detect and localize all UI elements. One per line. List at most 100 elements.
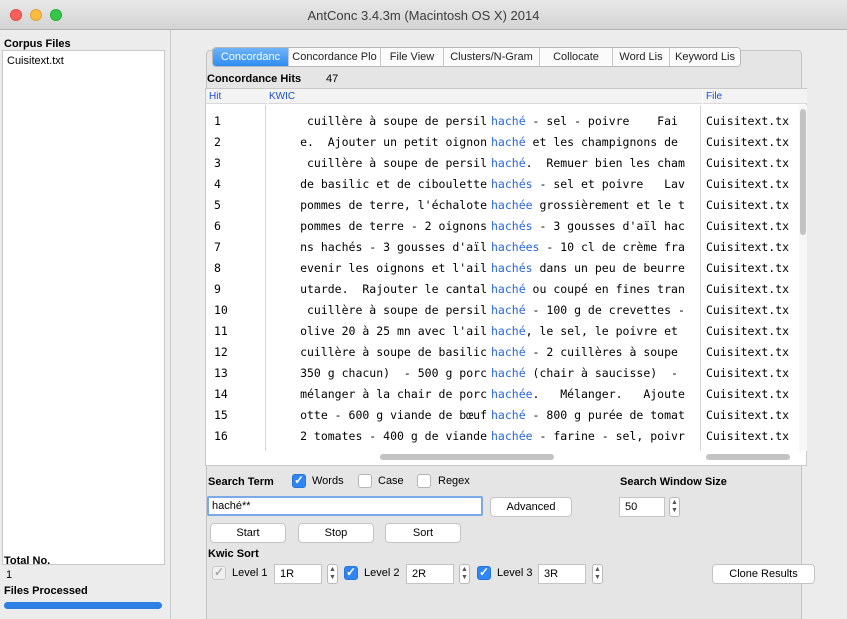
keyword-text[interactable]: haché [491,324,526,338]
kwic-keyword[interactable]: haché ou coupé en fines tran [491,279,685,300]
kwic-left-context: ns hachés - 3 gousses d'aïl [300,240,487,254]
kwic-keyword[interactable]: haché - 2 cuillères à soupe [491,342,678,363]
keyword-text[interactable]: haché [491,408,526,422]
file-cell[interactable]: Cuisitext.tx [706,384,789,405]
file-cell[interactable]: Cuisitext.tx [706,342,789,363]
tab-clusters-ngrams[interactable]: Clusters/N-Gram [444,48,540,66]
left-panel: Corpus Files Cuisitext.txt Total No. 1 F… [0,30,171,619]
level-2-value[interactable]: 2R [406,564,454,584]
tab-concordance[interactable]: Concordanc [213,48,289,66]
keyword-text[interactable]: hachée [491,429,533,443]
regex-checkbox[interactable] [417,474,431,488]
kwic-keyword[interactable]: hachée grossièrement et le t [491,195,685,216]
hit-number: 7 [214,240,221,254]
tab-file-view[interactable]: File View [381,48,444,66]
kwic-keyword[interactable]: haché - 800 g purée de tomat [491,405,685,426]
keyword-text[interactable]: hachés [491,219,533,233]
corpus-file-item[interactable]: Cuisitext.txt [7,55,64,67]
keyword-text[interactable]: hachée [491,198,533,212]
keyword-text[interactable]: haché [491,303,526,317]
search-term-input[interactable]: haché** [207,496,483,516]
keyword-text[interactable]: haché [491,114,526,128]
kwic-keyword[interactable]: hachées - 10 cl de crème fra [491,237,685,258]
kwic-right-context: - 800 g purée de tomat [525,408,685,422]
file-cell[interactable]: Cuisitext.tx [706,111,789,132]
sort-button[interactable]: Sort [385,523,461,543]
keyword-text[interactable]: haché [491,156,526,170]
column-header-file[interactable]: File [703,89,807,104]
keyword-text[interactable]: hachée [491,387,533,401]
file-cell[interactable]: Cuisitext.tx [706,174,789,195]
level-3-stepper[interactable]: ▲ ▼ [592,564,603,584]
file-cell[interactable]: Cuisitext.tx [706,300,789,321]
file-cell[interactable]: Cuisitext.tx [706,195,789,216]
level-1-stepper[interactable]: ▲ ▼ [327,564,338,584]
corpus-files-list[interactable]: Cuisitext.txt [2,50,165,565]
concordance-table[interactable]: Hit KWIC File 1 2 3 4 5 6 7 8 9 10 11 12 13 14 15 16 cu… [205,88,807,466]
keyword-text[interactable]: haché [491,282,526,296]
file-cell[interactable]: Cuisitext.tx [706,405,789,426]
kwic-keyword[interactable]: haché et les champignons de [491,132,678,153]
kwic-right-context: (chair à saucisse) - [525,366,678,380]
file-cell[interactable]: Cuisitext.tx [706,279,789,300]
case-label: Case [378,475,404,487]
tab-concordance-plot[interactable]: Concordance Plo [289,48,381,66]
kwic-keyword[interactable]: haché. Remuer bien les cham [491,153,685,174]
file-cell[interactable]: Cuisitext.tx [706,132,789,153]
file-column: Cuisitext.tx Cuisitext.tx Cuisitext.tx Cuis… [703,105,799,451]
keyword-text[interactable]: haché [491,345,526,359]
file-cell[interactable]: Cuisitext.tx [706,258,789,279]
column-header-kwic[interactable]: KWIC [268,89,702,104]
kwic-keyword[interactable]: hachés - 3 gousses d'aïl hac [491,216,685,237]
kwic-keyword[interactable]: haché - sel - poivre Fai [491,111,678,132]
kwic-keyword[interactable]: hachés dans un peu de beurre [491,258,685,279]
level-3-checkbox[interactable] [477,565,491,580]
level-2-stepper[interactable]: ▲ ▼ [459,564,470,584]
file-cell[interactable]: Cuisitext.tx [706,153,789,174]
kwic-keyword[interactable]: hachés - sel et poivre Lav [491,174,685,195]
column-header-hit[interactable]: Hit [206,89,267,104]
hit-number: 9 [214,282,221,296]
title-bar: AntConc 3.4.3m (Macintosh OS X) 2014 [0,0,847,30]
tab-keyword-list[interactable]: Keyword Lis [670,48,740,66]
vertical-scrollbar[interactable] [799,105,807,451]
advanced-button[interactable]: Advanced [490,497,572,517]
keyword-text[interactable]: haché [491,366,526,380]
keyword-text[interactable]: hachés [491,261,533,275]
kwic-right-context: - 3 gousses d'aïl hac [532,219,685,233]
clone-results-button[interactable]: Clone Results [712,564,815,584]
kwic-left-context: 350 g chacun) - 500 g porc [300,366,487,380]
stop-button[interactable]: Stop [298,523,374,543]
kwic-keyword[interactable]: haché, le sel, le poivre et [491,321,678,342]
kwic-keyword[interactable]: haché - 100 g de crevettes - [491,300,685,321]
kwic-right-context: - 10 cl de crème fra [539,240,685,254]
search-window-size-input[interactable]: 50 [619,497,665,517]
start-button[interactable]: Start [210,523,286,543]
file-cell[interactable]: Cuisitext.tx [706,426,789,447]
file-cell[interactable]: Cuisitext.tx [706,216,789,237]
level-3-value[interactable]: 3R [538,564,586,584]
file-cell[interactable]: Cuisitext.tx [706,321,789,342]
keyword-text[interactable]: haché [491,135,526,149]
kwic-left-context: cuillère à soupe de persil [306,114,487,128]
case-checkbox[interactable] [358,474,372,488]
kwic-column: cuillère à soupe de persil haché - sel - … [268,105,701,451]
kwic-keyword[interactable]: hachée - farine - sel, poivr [491,426,685,447]
level-1-value[interactable]: 1R [274,564,322,584]
level-2-checkbox[interactable] [344,565,358,580]
keyword-text[interactable]: hachés [491,177,533,191]
vertical-scroll-thumb[interactable] [800,109,806,235]
file-cell[interactable]: Cuisitext.tx [706,237,789,258]
tab-word-list[interactable]: Word Lis [613,48,670,66]
kwic-right-context: et les champignons de [525,135,678,149]
words-checkbox[interactable] [292,473,306,488]
file-horizontal-scroll-thumb[interactable] [706,454,790,460]
kwic-keyword[interactable]: hachée. Mélanger. Ajoute [491,384,685,405]
file-cell[interactable]: Cuisitext.tx [706,363,789,384]
level-1-checkbox[interactable] [212,565,226,580]
kwic-horizontal-scroll-thumb[interactable] [380,454,554,460]
keyword-text[interactable]: hachées [491,240,539,254]
kwic-keyword[interactable]: haché (chair à saucisse) - [491,363,678,384]
window-size-stepper[interactable]: ▲ ▼ [669,497,680,517]
tab-collocates[interactable]: Collocate [540,48,613,66]
